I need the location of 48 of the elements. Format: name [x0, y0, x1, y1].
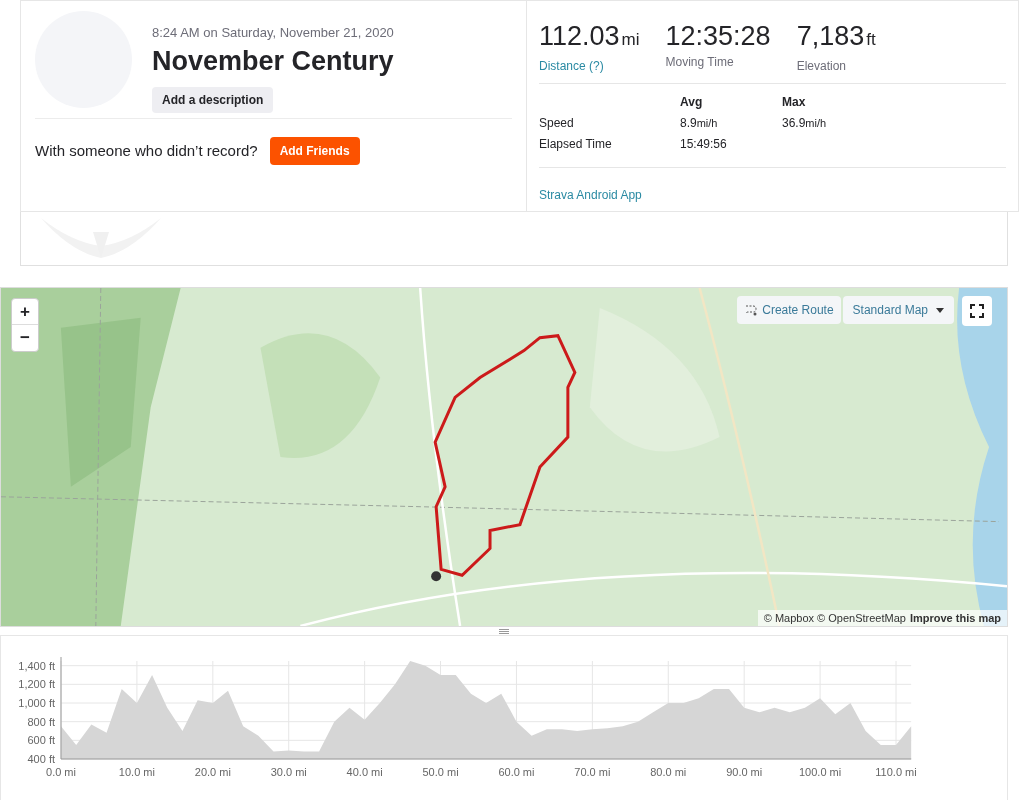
map-style-dropdown[interactable]: Standard Map [842, 296, 954, 324]
x-tick-label: 40.0 mi [346, 766, 383, 778]
x-tick-label: 110.0 mi [875, 766, 917, 778]
y-tick-label: 1,000 ft [18, 697, 55, 709]
fullscreen-icon [970, 304, 984, 318]
activity-title: November Century [152, 44, 394, 78]
table-cell-text: 15:49:56 [680, 136, 728, 153]
caret-icon [936, 307, 944, 313]
column-header: Avg [680, 94, 704, 111]
stat-label: Moving Time [665, 54, 735, 71]
create-route-button[interactable]: Create Route [737, 296, 841, 324]
activity-time: 8:24 AM on Saturday, November 21, 2020 [152, 24, 394, 42]
x-tick-label: 100.0 mi [799, 766, 842, 778]
table-cell-text: 36.9mi/h [782, 115, 828, 132]
x-tick-label: 30.0 mi [270, 766, 307, 778]
x-tick-label: 90.0 mi [726, 766, 763, 778]
x-tick-label: 70.0 mi [574, 766, 611, 778]
stat-label-link[interactable]: Distance (?) [539, 57, 640, 75]
drag-handle-icon [499, 628, 509, 634]
friends-prompt: With someone who didn’t record? [35, 140, 258, 161]
y-tick-label: 400 ft [27, 753, 55, 765]
column-header: Max [782, 94, 807, 111]
row-label: Elapsed Time [539, 136, 613, 153]
stat-value: 7,183ft [796, 20, 876, 53]
stat-label: Elevation [796, 58, 847, 75]
zoom-out-button[interactable]: − [12, 325, 38, 351]
y-tick-label: 600 ft [27, 734, 55, 747]
add-description-button[interactable]: Add a description [152, 86, 274, 113]
x-tick-label: 60.0 mi [498, 766, 535, 778]
fullscreen-button[interactable] [962, 296, 992, 326]
x-tick-label: 20.0 mi [194, 766, 231, 778]
x-tick-label: 10.0 mi [118, 766, 155, 778]
device-link[interactable]: Strava Android App [539, 186, 1006, 204]
y-tick-label: 800 ft [27, 715, 55, 728]
y-tick-label: 1,200 ft [18, 678, 55, 691]
x-tick-label: 80.0 mi [650, 766, 687, 778]
x-tick-label: 0.0 mi [46, 766, 76, 778]
zoom-in-button[interactable]: + [12, 299, 38, 325]
stat-value: 12:35:28 [665, 20, 771, 53]
route-icon [744, 304, 759, 316]
table-cell-text: 8.9mi/h [680, 115, 719, 132]
stat-value: 112.03mi [539, 20, 640, 53]
add-friends-button[interactable]: Add Friends [269, 137, 360, 165]
map-attribution: © Mapbox © OpenStreetMap [763, 610, 906, 626]
improve-map-link[interactable]: Improve this map [909, 609, 1001, 626]
x-tick-label: 50.0 mi [422, 766, 459, 778]
y-tick-label: 1,400 ft [18, 659, 55, 672]
row-label: Speed [539, 115, 575, 132]
